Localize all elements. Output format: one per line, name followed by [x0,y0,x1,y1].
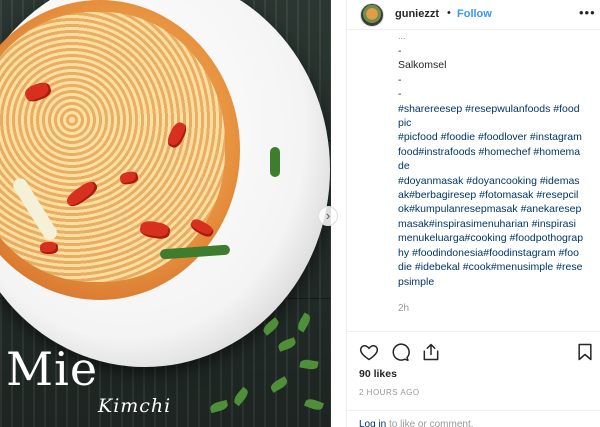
noodles [0,12,225,282]
likes-count[interactable]: 90 likes [359,368,397,380]
carousel-next-arrow-icon[interactable]: › [318,206,338,226]
bookmark-icon[interactable] [575,342,595,362]
photo-overlay-title: Mie [6,342,99,396]
post-sidebar: guniezzt • Follow ••• ... - Salkomsel - … [346,0,600,427]
login-bar: Log in to like or comment. [347,410,600,427]
post-date[interactable]: 2 HOURS AGO [359,388,420,397]
ramen-bowl [0,0,330,367]
post-photo[interactable]: Mie Kimchi [0,0,331,427]
leaf-decoration [209,399,229,414]
caption-line: - [398,73,402,86]
action-bar [347,331,600,362]
leaf-decoration [295,312,313,333]
leaf-decoration [304,397,324,412]
comment-time-ago: 2h [398,303,410,314]
caption-line: - [398,88,402,101]
follow-button[interactable]: Follow [457,8,492,20]
scallion-piece [270,147,280,177]
leaf-decoration [277,337,297,352]
caption-hashtags[interactable]: #sharereesep #resepwulanfoods #foodpic #… [398,102,584,289]
username-link[interactable]: guniezzt [395,8,439,20]
login-prompt: Log in to like or comment. [359,419,474,427]
login-prompt-rest: to like or comment. [386,419,474,427]
caption-line: - [398,45,402,57]
avatar[interactable] [360,3,384,27]
leaf-decoration [231,386,251,407]
caption-cut-line: ... [398,32,406,41]
post-caption: ... - Salkomsel - - #sharereesep #resepw… [398,32,584,289]
share-icon[interactable] [421,342,441,362]
heart-icon[interactable] [359,342,379,362]
comment-icon[interactable] [390,342,410,362]
leaf-decoration [268,376,290,393]
separator-dot: • [447,7,451,19]
chili-piece [40,242,58,254]
more-options-icon[interactable]: ••• [579,5,596,20]
post-header: guniezzt • Follow ••• [347,0,600,30]
leaf-decoration [299,358,319,371]
login-link[interactable]: Log in [359,419,386,427]
caption-line: Salkomsel [398,59,447,72]
photo-overlay-subtitle: Kimchi [98,395,172,417]
